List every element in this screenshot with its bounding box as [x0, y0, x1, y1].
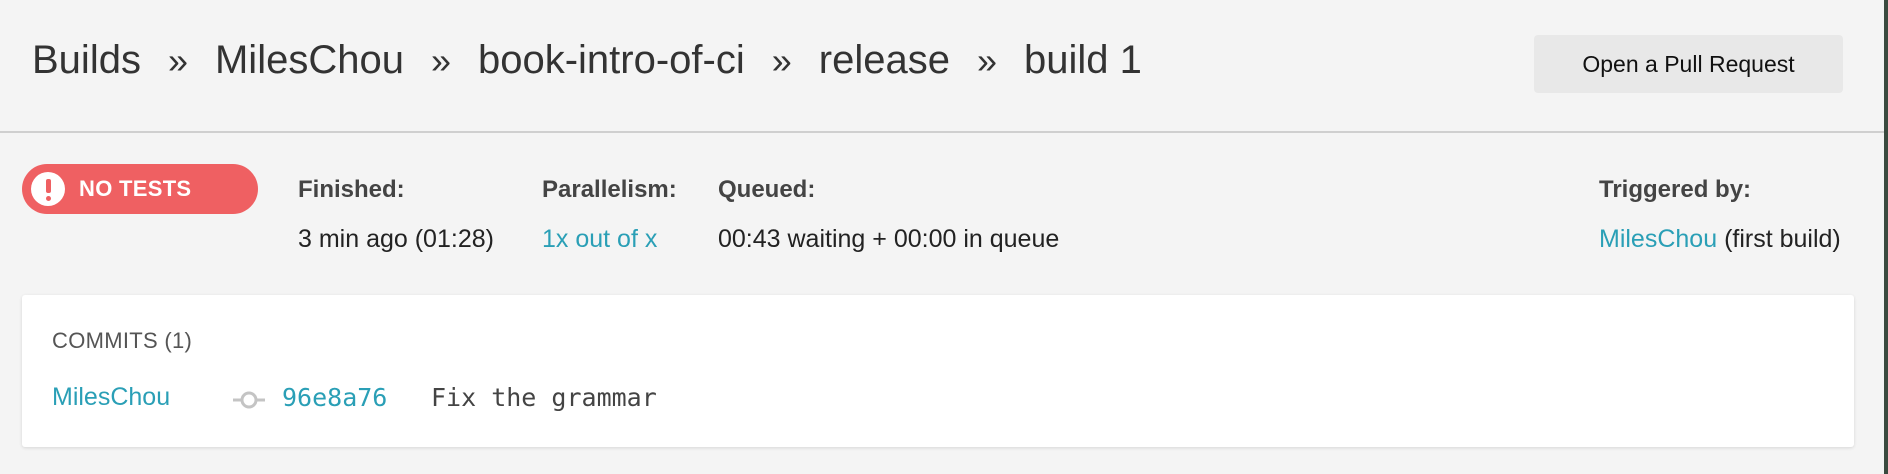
breadcrumb-separator: »: [430, 39, 451, 81]
triggered-by-label: Triggered by:: [1599, 176, 1752, 203]
commits-panel: COMMITS (1) MilesChou 96e8a76 Fix the gr…: [22, 295, 1854, 447]
breadcrumb: Builds » MilesChou » book-intro-of-ci » …: [32, 38, 1142, 83]
status-label: NO TESTS: [79, 176, 192, 201]
parallelism-link[interactable]: 1x out of x: [542, 225, 657, 254]
parallelism-label: Parallelism:: [542, 176, 677, 203]
breadcrumb-repo[interactable]: book-intro-of-ci: [478, 38, 745, 83]
git-commit-icon: [233, 391, 265, 409]
breadcrumb-branch[interactable]: release: [819, 38, 950, 83]
triggered-by-value: MilesChou (first build): [1599, 225, 1841, 254]
triggered-by-suffix: (first build): [1724, 225, 1841, 253]
page-header: Builds » MilesChou » book-intro-of-ci » …: [0, 0, 1884, 133]
commit-message: Fix the grammar: [431, 383, 657, 412]
window-edge: [1884, 0, 1888, 474]
breadcrumb-separator: »: [771, 39, 792, 81]
breadcrumb-user[interactable]: MilesChou: [215, 38, 404, 83]
open-pull-request-button[interactable]: Open a Pull Request: [1534, 35, 1843, 93]
finished-label: Finished:: [298, 176, 405, 203]
status-badge: NO TESTS: [22, 164, 258, 214]
breadcrumb-separator: »: [167, 39, 188, 81]
breadcrumb-builds[interactable]: Builds: [32, 38, 141, 83]
commits-title: COMMITS (1): [52, 328, 193, 353]
breadcrumb-separator: »: [976, 39, 998, 81]
triggered-by-user-link[interactable]: MilesChou: [1599, 225, 1717, 253]
breadcrumb-build: build 1: [1024, 38, 1142, 82]
exclamation-icon: [31, 172, 65, 206]
commit-author-link[interactable]: MilesChou: [52, 383, 170, 412]
queued-label: Queued:: [718, 176, 816, 203]
finished-value: 3 min ago (01:28): [298, 225, 494, 253]
commit-sha-link[interactable]: 96e8a76: [282, 383, 387, 412]
queued-value: 00:43 waiting + 00:00 in queue: [718, 225, 1060, 253]
